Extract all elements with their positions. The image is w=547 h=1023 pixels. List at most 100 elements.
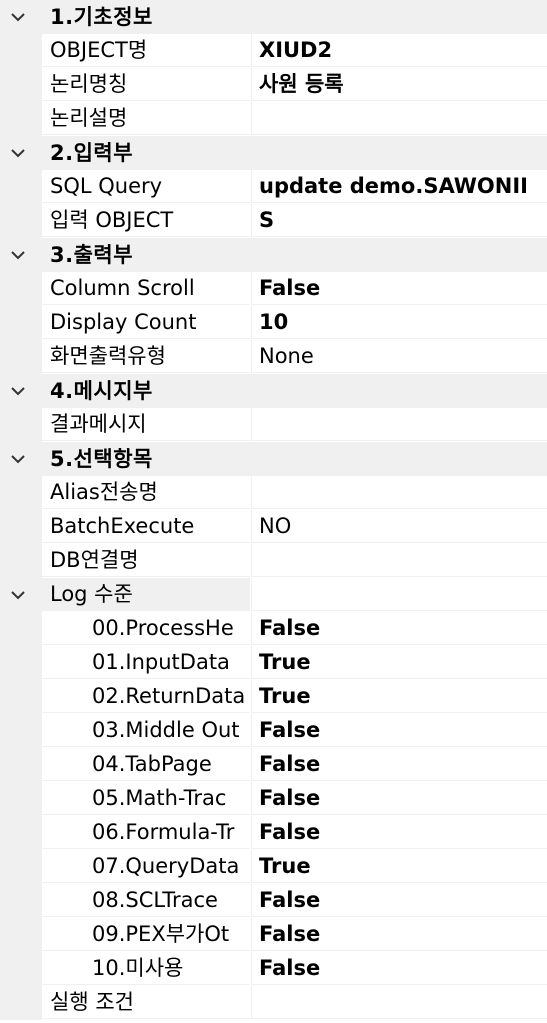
property-value[interactable]: False xyxy=(251,612,547,645)
row-gutter xyxy=(0,952,42,986)
property-value[interactable]: False xyxy=(251,714,547,747)
property-name: 06.Formula-Tr xyxy=(42,816,250,849)
property-value[interactable]: True xyxy=(251,850,547,883)
chevron-down-icon[interactable] xyxy=(6,381,30,401)
log-level-item[interactable]: 00.ProcessHe False xyxy=(0,612,547,646)
row-gutter xyxy=(0,782,42,816)
category-label: 4.메시지부 xyxy=(50,379,153,403)
property-row[interactable]: OBJECT명 XIUD2 xyxy=(0,34,547,68)
property-row[interactable]: BatchExecute NO xyxy=(0,510,547,544)
property-name: 01.InputData xyxy=(42,646,250,679)
property-value[interactable]: None xyxy=(251,340,547,373)
property-row[interactable]: 입력 OBJECT S xyxy=(0,204,547,238)
property-name: OBJECT명 xyxy=(42,34,250,67)
property-value[interactable] xyxy=(251,544,547,577)
row-gutter xyxy=(0,476,42,510)
row-gutter xyxy=(0,204,42,238)
chevron-down-icon[interactable] xyxy=(6,449,30,469)
row-gutter xyxy=(0,68,42,102)
property-value[interactable]: False xyxy=(251,952,547,985)
log-level-item[interactable]: 01.InputData True xyxy=(0,646,547,680)
property-value[interactable]: False xyxy=(251,782,547,815)
log-level-item[interactable]: 09.PEX부가Ot False xyxy=(0,918,547,952)
property-row[interactable]: 논리설명 xyxy=(0,102,547,136)
property-row[interactable]: SQL Query update demo.SAWONII xyxy=(0,170,547,204)
property-row[interactable]: 논리명칭 사원 등록 xyxy=(0,68,547,102)
property-value[interactable]: False xyxy=(251,884,547,917)
property-value[interactable]: True xyxy=(251,680,547,713)
row-gutter xyxy=(0,34,42,68)
property-row[interactable]: 화면출력유형 None xyxy=(0,340,547,374)
property-name: Alias전송명 xyxy=(42,476,250,509)
property-name: Column Scroll xyxy=(42,272,250,305)
property-name: 02.ReturnData xyxy=(42,680,250,713)
property-value[interactable] xyxy=(251,476,547,509)
row-gutter xyxy=(0,986,42,1020)
row-gutter xyxy=(0,544,42,578)
property-row[interactable]: Column Scroll False xyxy=(0,272,547,306)
row-gutter xyxy=(0,306,42,340)
category-row-2: 2.입력부 xyxy=(0,136,547,170)
property-value[interactable]: False xyxy=(251,918,547,951)
log-level-item[interactable]: 05.Math-Trac False xyxy=(0,782,547,816)
property-name: 10.미사용 xyxy=(42,952,250,985)
log-level-row[interactable]: Log 수준 xyxy=(0,578,547,612)
property-value[interactable]: 10 xyxy=(251,306,547,339)
category-label: 3.출력부 xyxy=(50,243,134,267)
log-level-item[interactable]: 04.TabPage False xyxy=(0,748,547,782)
category-label: 2.입력부 xyxy=(50,141,134,165)
property-value[interactable]: XIUD2 xyxy=(251,34,547,67)
property-name: 실행 조건 xyxy=(42,986,250,1019)
row-gutter xyxy=(0,816,42,850)
property-row[interactable]: DB연결명 xyxy=(0,544,547,578)
property-value[interactable] xyxy=(251,102,547,135)
log-level-item[interactable]: 08.SCLTrace False xyxy=(0,884,547,918)
category-row-5: 5.선택항목 xyxy=(0,442,547,476)
property-value[interactable] xyxy=(251,408,547,441)
property-value[interactable]: 사원 등록 xyxy=(251,68,547,101)
row-gutter xyxy=(0,680,42,714)
row-gutter xyxy=(0,748,42,782)
property-row[interactable]: 결과메시지 xyxy=(0,408,547,442)
property-grid: 1.기초정보 OBJECT명 XIUD2 논리명칭 사원 등록 논리설명 2.입력부 SQL … xyxy=(0,0,547,1020)
row-gutter xyxy=(0,850,42,884)
row-gutter xyxy=(0,714,42,748)
property-name: 09.PEX부가Ot xyxy=(42,918,250,951)
row-gutter xyxy=(0,170,42,204)
chevron-down-icon[interactable] xyxy=(6,7,30,27)
log-level-item[interactable]: 06.Formula-Tr False xyxy=(0,816,547,850)
property-value[interactable]: False xyxy=(251,748,547,781)
property-name: 05.Math-Trac xyxy=(42,782,250,815)
property-name: 화면출력유형 xyxy=(42,340,250,373)
category-row-1: 1.기초정보 xyxy=(0,0,547,34)
property-value[interactable]: False xyxy=(251,816,547,849)
property-name: 03.Middle Out xyxy=(42,714,250,747)
property-name: 04.TabPage xyxy=(42,748,250,781)
chevron-down-icon[interactable] xyxy=(6,585,30,605)
property-name: 07.QueryData xyxy=(42,850,250,883)
log-level-item[interactable]: 02.ReturnData True xyxy=(0,680,547,714)
property-row[interactable]: Display Count 10 xyxy=(0,306,547,340)
row-gutter xyxy=(0,646,42,680)
property-value[interactable] xyxy=(251,986,547,1019)
property-name: SQL Query xyxy=(42,170,250,203)
category-row-4: 4.메시지부 xyxy=(0,374,547,408)
property-name: BatchExecute xyxy=(42,510,250,543)
row-gutter xyxy=(0,408,42,442)
row-gutter xyxy=(0,272,42,306)
property-value[interactable]: update demo.SAWONII xyxy=(251,170,547,203)
log-level-item[interactable]: 07.QueryData True xyxy=(0,850,547,884)
property-row[interactable]: 실행 조건 xyxy=(0,986,547,1020)
property-value[interactable]: NO xyxy=(251,510,547,543)
property-value[interactable]: True xyxy=(251,646,547,679)
property-name: 논리설명 xyxy=(42,102,250,135)
property-value[interactable]: False xyxy=(251,272,547,305)
property-name: 08.SCLTrace xyxy=(42,884,250,917)
property-row[interactable]: Alias전송명 xyxy=(0,476,547,510)
log-level-item[interactable]: 10.미사용 False xyxy=(0,952,547,986)
chevron-down-icon[interactable] xyxy=(6,245,30,265)
chevron-down-icon[interactable] xyxy=(6,143,30,163)
log-level-item[interactable]: 03.Middle Out False xyxy=(0,714,547,748)
property-value[interactable]: S xyxy=(251,204,547,237)
property-value[interactable] xyxy=(251,578,547,611)
